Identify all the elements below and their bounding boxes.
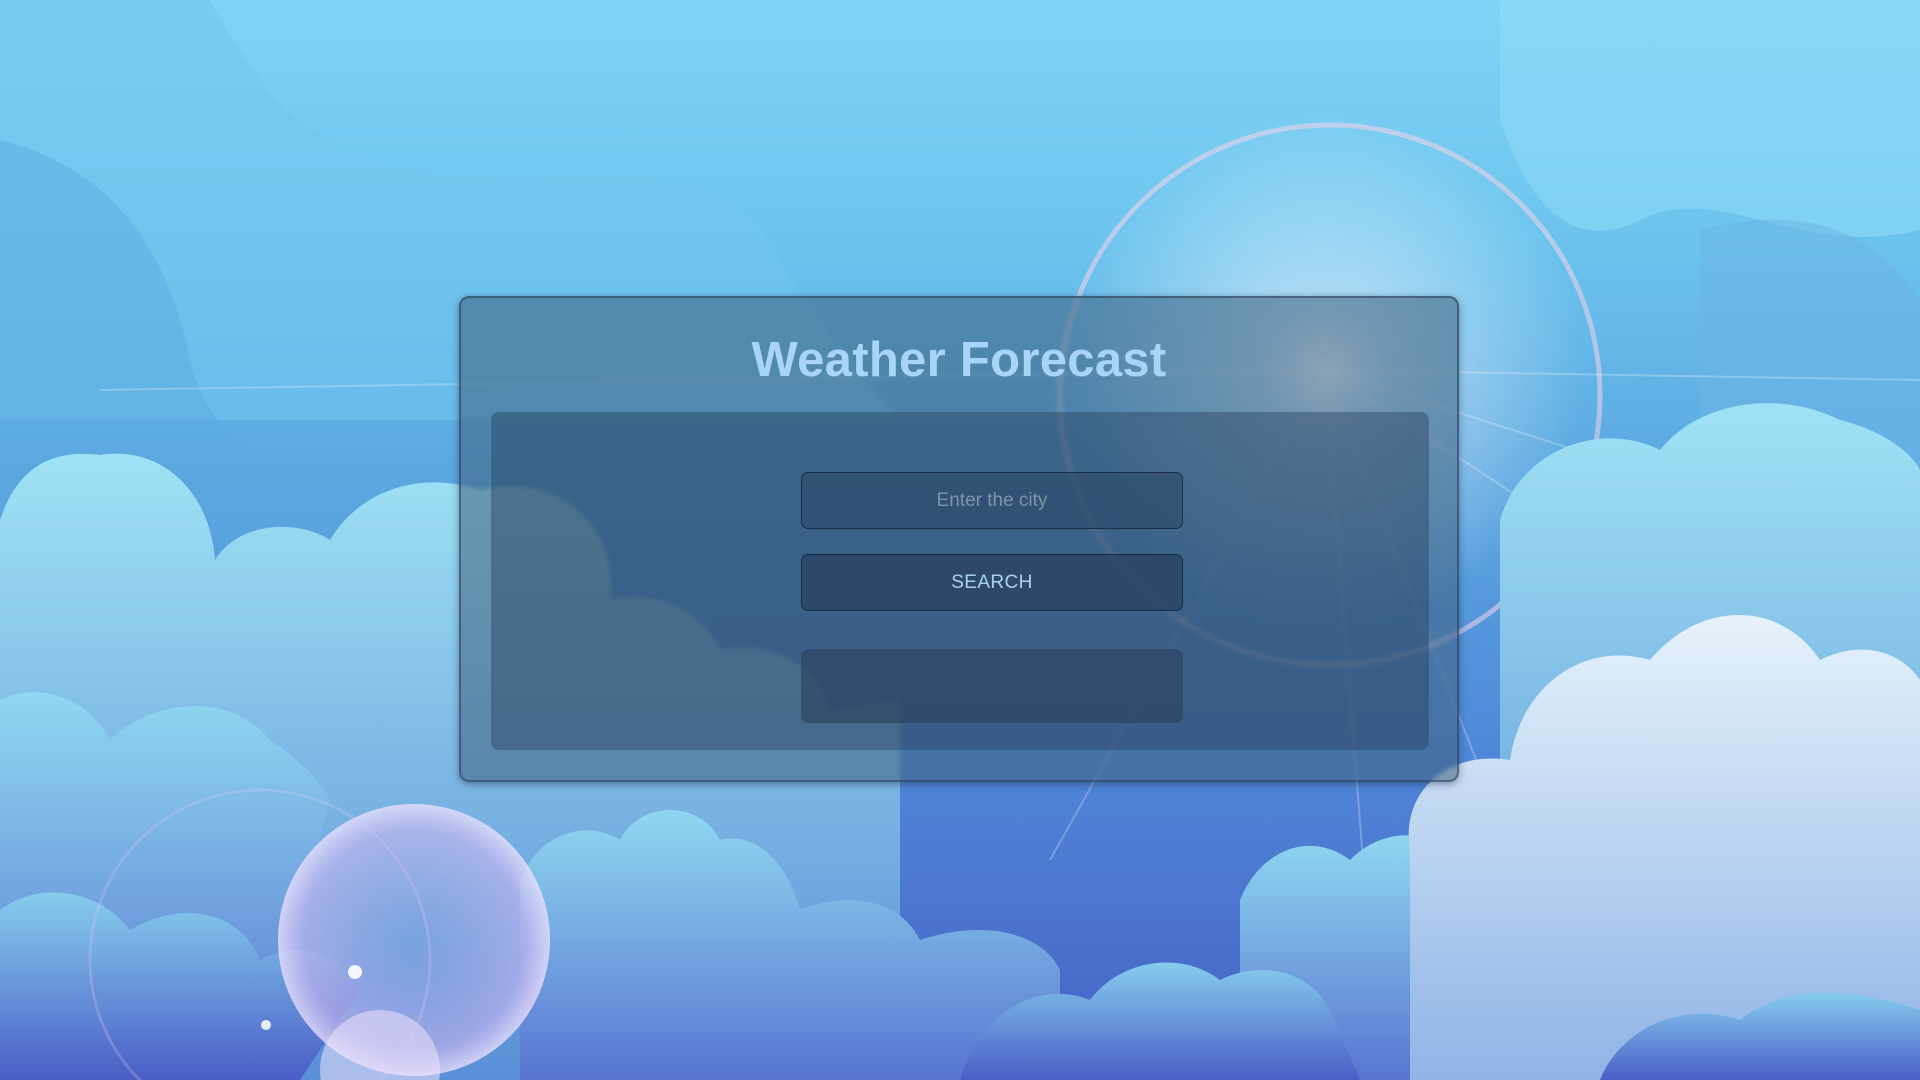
weather-result-box [801, 649, 1183, 723]
page-title: Weather Forecast [751, 333, 1167, 387]
search-panel: SEARCH [491, 412, 1429, 750]
weather-card: Weather Forecast SEARCH [459, 296, 1459, 782]
weather-app-screen: Weather Forecast SEARCH [0, 0, 1920, 1080]
search-button[interactable]: SEARCH [801, 554, 1183, 611]
city-search-input[interactable] [801, 472, 1183, 529]
